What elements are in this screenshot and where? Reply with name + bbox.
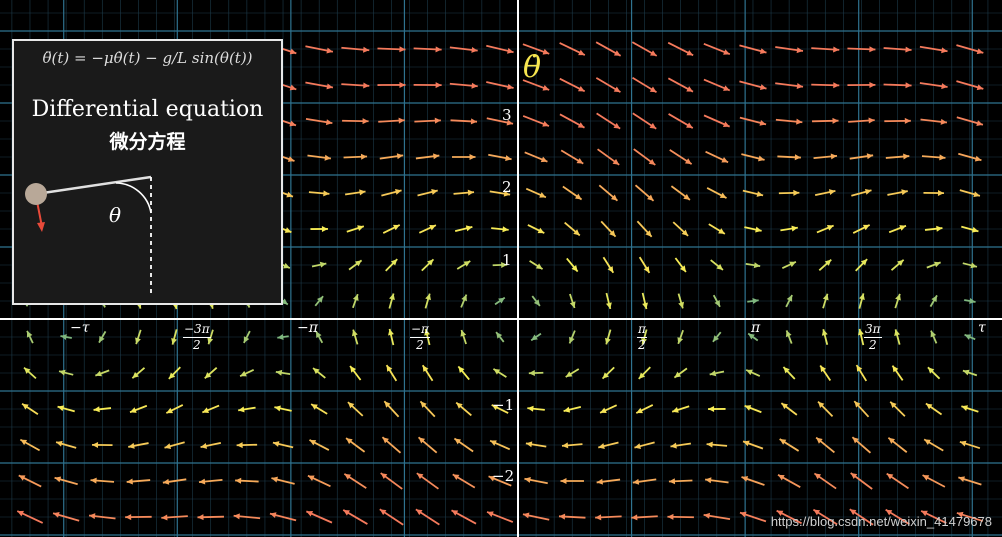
x-tick-pi-over-2: π2 — [637, 322, 647, 352]
y-tick-1: 1 — [502, 251, 512, 269]
x-tick-pi: π — [751, 320, 761, 336]
y-tick-neg-2: −2 — [492, 467, 515, 485]
x-tick-neg-pi-over-2: −π 2 — [410, 322, 430, 352]
y-tick-neg-1: −1 — [492, 396, 515, 414]
equation-inset: θ̈(t) = −μθ̇(t) − g/L sin(θ(t)) Differen… — [12, 39, 283, 305]
angle-label: θ — [109, 203, 122, 227]
x-tick-neg-tau: −τ — [70, 320, 90, 336]
y-tick-3: 3 — [502, 106, 512, 124]
watermark: https://blog.csdn.net/weixin_41479678 — [770, 514, 992, 529]
angle-arc — [115, 182, 152, 214]
pendulum-rod — [35, 175, 152, 196]
y-axis-symbol: θ̇ — [523, 50, 542, 85]
x-tick-neg-3pi-over-2: −3π 2 — [183, 322, 211, 352]
x-tick-tau: τ — [978, 320, 986, 336]
x-tick-neg-pi: −π — [297, 320, 318, 336]
y-tick-2: 2 — [502, 178, 512, 196]
force-arrow-head — [37, 222, 45, 232]
x-tick-3pi-over-2: 3π 2 — [864, 322, 882, 352]
pendulum-bob — [25, 183, 47, 205]
pendulum-diagram — [25, 175, 152, 293]
